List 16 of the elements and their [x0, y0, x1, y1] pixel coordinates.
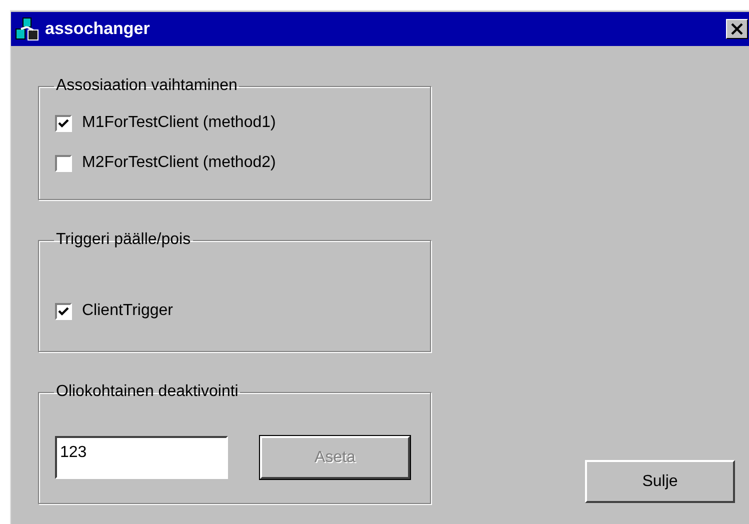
- check-icon: [58, 306, 69, 316]
- checkbox[interactable]: [55, 302, 72, 320]
- checkbox[interactable]: [55, 114, 72, 132]
- checkbox-label[interactable]: ClientTrigger: [82, 299, 173, 323]
- checkbox-label[interactable]: M1ForTestClient (method1): [82, 111, 276, 135]
- close-icon[interactable]: [726, 19, 748, 39]
- group-title: Triggeri päälle/pois: [55, 230, 192, 250]
- checkbox-label[interactable]: M2ForTestClient (method2): [82, 151, 276, 175]
- checkbox[interactable]: [55, 154, 72, 172]
- group-title: Assosiaation vaihtaminen: [55, 76, 238, 96]
- check-icon: [58, 118, 69, 128]
- close-button[interactable]: Sulje: [585, 460, 735, 503]
- input-field[interactable]: 123: [55, 436, 228, 479]
- window-title: assochanger: [45, 18, 151, 40]
- blocks-icon: [15, 17, 39, 41]
- group-title: Oliokohtainen deaktivointi: [55, 382, 240, 402]
